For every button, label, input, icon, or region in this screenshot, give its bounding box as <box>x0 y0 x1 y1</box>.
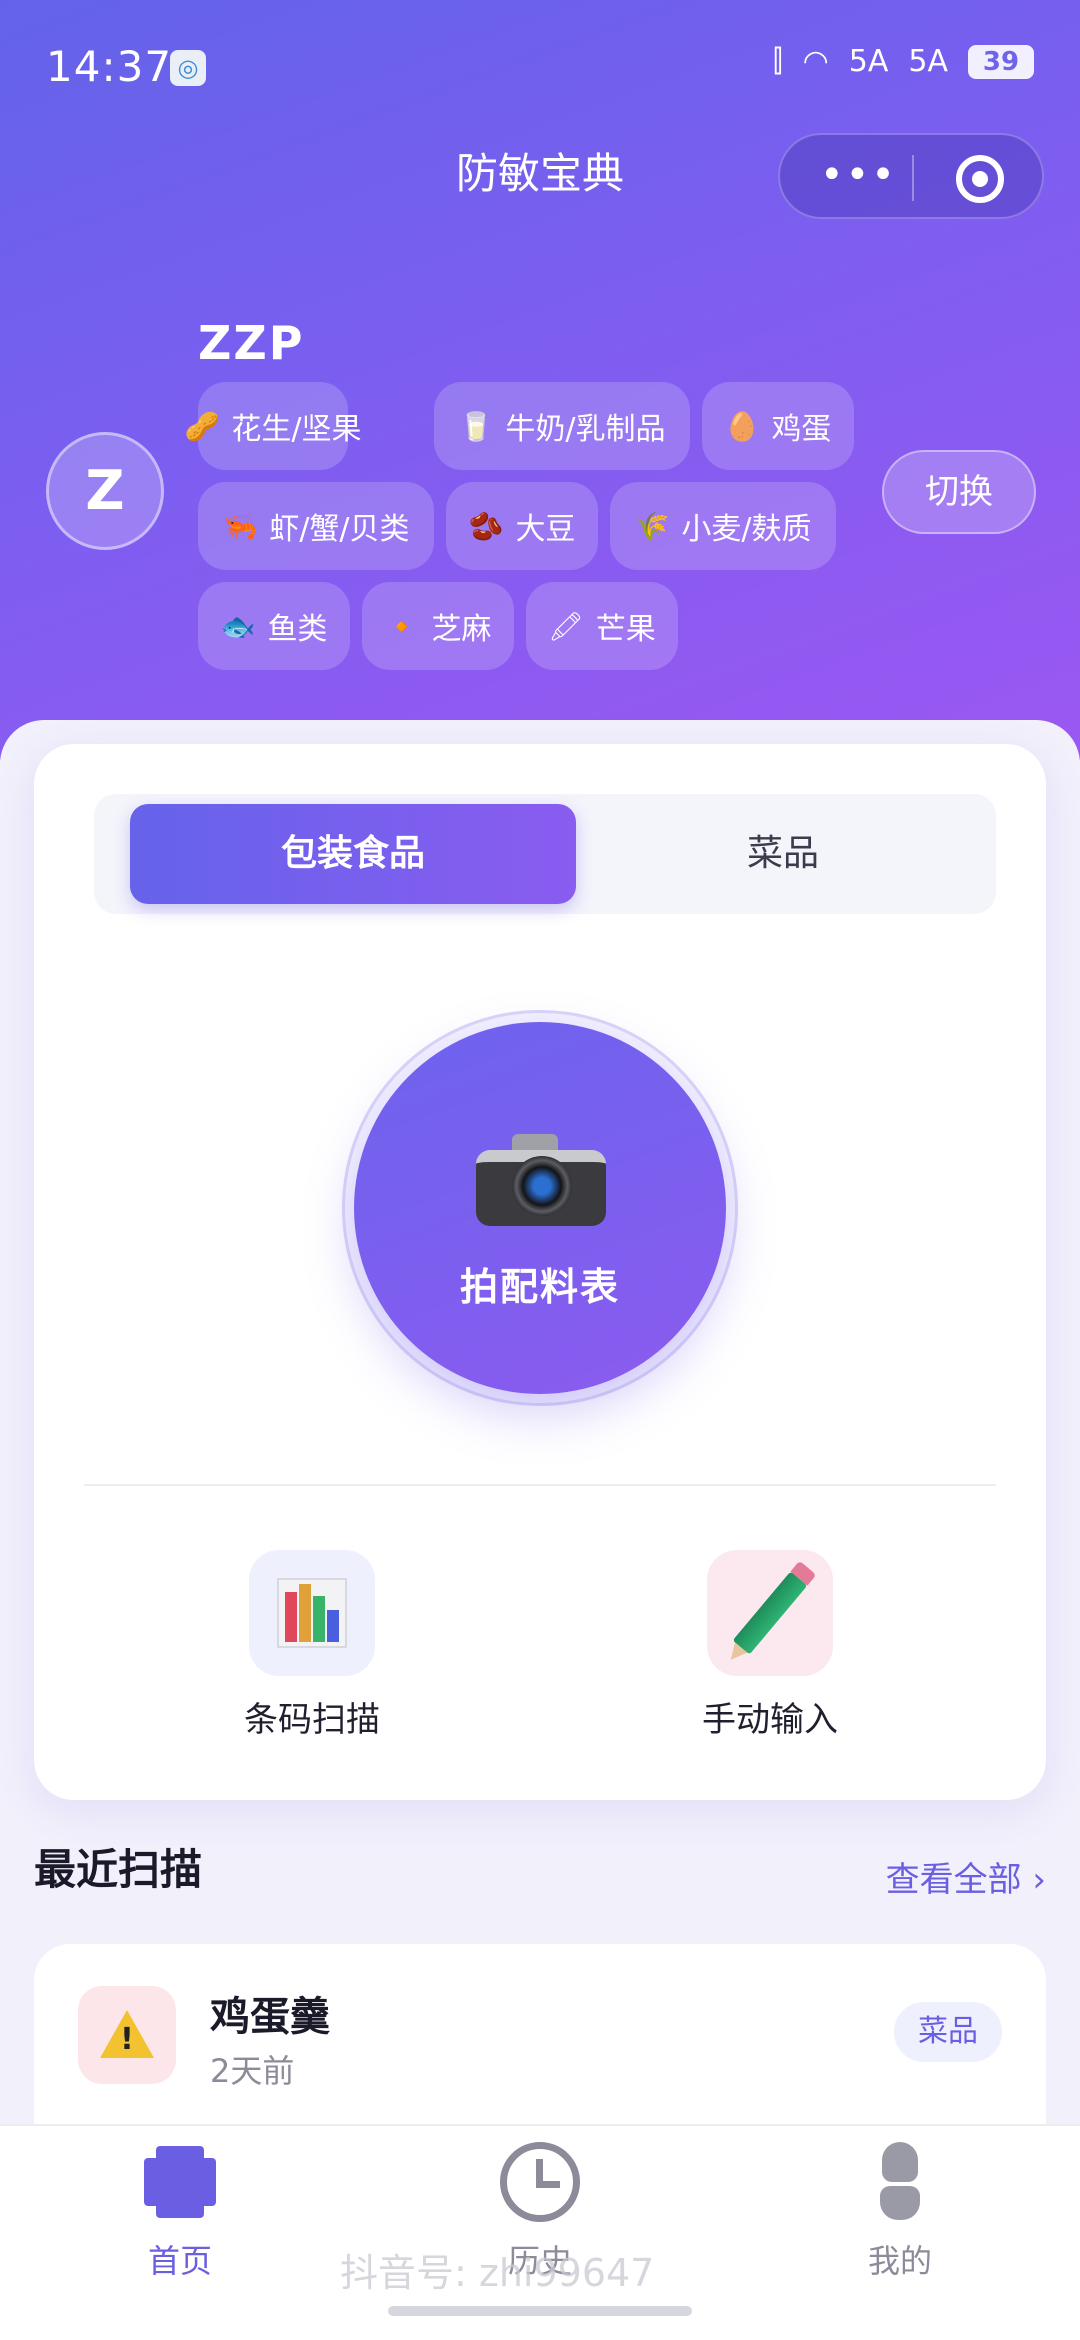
status-indicators: ⫿ ◠ 5A 5A 39 <box>773 44 1034 79</box>
allergen-label: 芝麻 <box>431 612 492 647</box>
peanut-icon: 🥜 <box>184 409 220 443</box>
scan-mode-tabs: 包装食品 菜品 <box>94 794 996 914</box>
recent-item-time: 2天前 <box>210 2052 295 2090</box>
milk-icon: 🥛 <box>458 409 494 443</box>
allergen-tag: 🫘 大豆 <box>446 482 598 570</box>
barcode-scan-label: 条码扫描 <box>244 1700 380 1740</box>
allergen-label: 虾/蟹/贝类 <box>269 512 410 547</box>
signal-1: 5A <box>848 44 889 79</box>
close-miniapp-icon[interactable] <box>956 155 1004 203</box>
allergen-tag: 🥛 牛奶/乳制品 <box>434 382 690 470</box>
pencil-icon <box>707 1550 833 1676</box>
tab-home[interactable]: 首页 <box>80 2142 280 2282</box>
status-time: 14:37 <box>46 42 173 91</box>
signal-2: 5A <box>908 44 948 79</box>
allergen-label: 大豆 <box>515 512 576 547</box>
allergen-tag: 🌾 小麦/麸质 <box>610 482 836 570</box>
vibrate-icon: ⫿ <box>772 44 783 79</box>
sesame-icon: 🔸 <box>384 609 420 643</box>
avatar[interactable]: Z <box>46 432 164 550</box>
shoot-label: 拍配料表 <box>459 1265 620 1309</box>
allergen-label: 花生/坚果 <box>231 412 362 447</box>
shrimp-icon: 🦐 <box>222 509 258 543</box>
scan-card: 包装食品 菜品 拍配料表 条码扫描 手动输入 <box>34 744 1046 1800</box>
divider <box>84 1484 996 1486</box>
home-icon <box>140 2142 220 2222</box>
manual-input-button[interactable]: 手动输入 <box>670 1550 870 1741</box>
more-menu-icon[interactable]: ••• <box>820 155 895 201</box>
user-name: ZZP <box>198 316 305 370</box>
allergen-label: 芒果 <box>595 612 656 647</box>
clock-icon <box>500 2142 580 2222</box>
capsule-divider <box>912 155 914 201</box>
see-all-link[interactable]: 查看全部 › <box>886 1852 1046 1901</box>
status-bar: 14:37 ◎ ⫿ ◠ 5A 5A 39 <box>0 0 1080 130</box>
soybean-icon: 🫘 <box>468 509 504 543</box>
bar-chart-icon <box>249 1550 375 1676</box>
allergen-tag: 🐟 鱼类 <box>198 582 350 670</box>
user-icon <box>860 2142 940 2222</box>
egg-icon: 🥚 <box>724 409 760 443</box>
tab-profile[interactable]: 我的 <box>800 2142 1000 2282</box>
allergen-tag: 🥚 鸡蛋 <box>702 382 854 470</box>
recent-scans-title: 最近扫描 <box>34 1845 203 1894</box>
notification-app-icon: ◎ <box>170 50 206 86</box>
watermark: 抖音号: zhi99647 <box>340 2251 655 2295</box>
camera-icon <box>476 1134 606 1226</box>
tab-home-label: 首页 <box>147 2242 212 2280</box>
tab-packaged-food[interactable]: 包装食品 <box>130 804 576 904</box>
switch-profile-button[interactable]: 切换 <box>882 450 1036 534</box>
allergen-label: 小麦/麸质 <box>681 512 812 547</box>
recent-item-name: 鸡蛋羹 <box>210 1994 330 2040</box>
wheat-icon: 🌾 <box>634 509 670 543</box>
allergen-label: 牛奶/乳制品 <box>505 412 666 447</box>
manual-input-label: 手动输入 <box>702 1700 838 1740</box>
status-badge: 菜品 <box>894 2002 1002 2062</box>
allergen-tag: 🖍 芒果 <box>526 582 678 670</box>
shoot-ingredients-button[interactable]: 拍配料表 <box>354 1022 726 1394</box>
tab-profile-label: 我的 <box>867 2242 932 2280</box>
barcode-scan-button[interactable]: 条码扫描 <box>212 1550 412 1741</box>
allergen-tag: 🦐 虾/蟹/贝类 <box>198 482 434 570</box>
fish-icon: 🐟 <box>220 609 256 643</box>
mango-icon: 🖍 <box>548 609 584 643</box>
miniapp-capsule: ••• <box>778 133 1044 219</box>
tab-dishes[interactable]: 菜品 <box>560 804 1006 904</box>
warning-icon: ! <box>78 1986 176 2084</box>
wifi-icon: ◠ <box>802 44 829 79</box>
allergen-tag: 🔸 芝麻 <box>362 582 514 670</box>
home-indicator <box>388 2306 692 2316</box>
allergen-label: 鸡蛋 <box>771 412 832 447</box>
battery-level: 39 <box>968 44 1034 79</box>
allergen-tag: 🥜 花生/坚果 <box>185 382 362 470</box>
allergen-label: 鱼类 <box>267 612 328 647</box>
